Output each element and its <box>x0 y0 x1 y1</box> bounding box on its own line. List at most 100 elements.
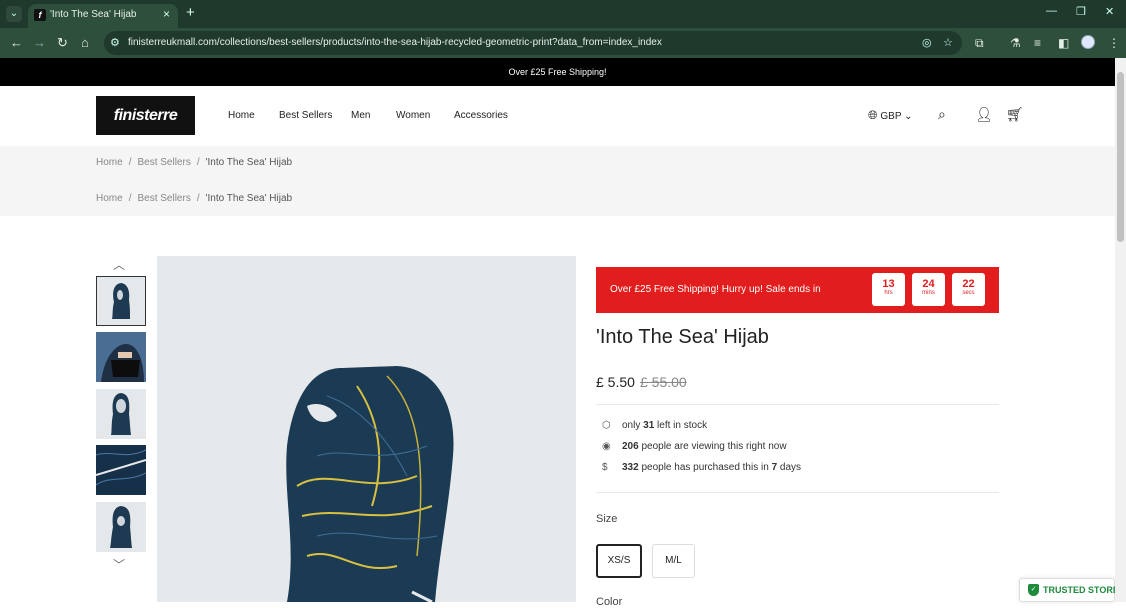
page-scrollbar[interactable] <box>1115 58 1126 602</box>
extensions-icon[interactable]: ⧉ <box>975 36 984 51</box>
announcement-bar: Over £25 Free Shipping! <box>0 58 1115 86</box>
nav-home[interactable]: Home <box>228 110 255 121</box>
sale-countdown-banner: Over £25 Free Shipping! Hurry up! Sale e… <box>596 267 999 313</box>
timer-seconds: 22 secs <box>952 273 985 306</box>
breadcrumb-secondary: Home / Best Sellers / 'Into The Sea' Hijab <box>96 193 292 204</box>
nav-accessories[interactable]: Accessories <box>454 110 508 121</box>
purchased-text: people has purchased this in <box>641 462 769 473</box>
color-label: Color <box>596 596 623 608</box>
viewing-count: 206 <box>622 441 639 452</box>
product-thumbnail[interactable] <box>96 332 146 382</box>
stock-pre: only <box>622 420 641 431</box>
breadcrumb-separator: / <box>128 193 132 204</box>
purchased-count: 332 <box>622 462 639 473</box>
timer-seconds-unit: secs <box>962 290 975 296</box>
product-thumbnail[interactable] <box>96 445 146 495</box>
labs-icon[interactable]: ⚗ <box>1010 36 1021 50</box>
nav-best-sellers[interactable]: Best Sellers <box>279 110 332 121</box>
breadcrumb-separator: / <box>128 157 132 168</box>
url-text[interactable]: finisterreukmall.com/collections/best-se… <box>128 37 662 48</box>
menu-icon[interactable]: ⋮ <box>1108 36 1120 50</box>
cart-icon[interactable]: 🛒︎ <box>1006 106 1024 123</box>
site-logo[interactable]: finisterre <box>96 96 195 135</box>
sale-banner-text: Over £25 Free Shipping! Hurry up! Sale e… <box>610 284 821 295</box>
thumb-down-arrow-icon[interactable]: ﹀ <box>113 556 125 573</box>
dollar-icon: $ <box>602 462 608 473</box>
divider <box>596 492 999 493</box>
nav-women[interactable]: Women <box>396 110 430 121</box>
sale-price: £ 5.50 <box>596 374 635 390</box>
media-icon[interactable]: ≡ <box>1034 36 1041 50</box>
home-icon[interactable]: ⌂ <box>81 35 89 50</box>
reload-icon[interactable]: ↻ <box>57 35 68 51</box>
account-icon[interactable]: 👤︎ <box>975 106 993 123</box>
product-thumbnail[interactable] <box>96 389 146 439</box>
sidebar-icon[interactable]: ◧ <box>1058 36 1069 50</box>
stock-count: 31 <box>643 420 655 431</box>
breadcrumb-separator: / <box>196 157 200 168</box>
globe-icon: 🌐︎ <box>868 108 878 122</box>
profile-avatar[interactable] <box>1081 35 1095 49</box>
timer-hours: 13 hrs <box>872 273 905 306</box>
close-tab-icon[interactable]: × <box>163 7 170 21</box>
tab-title: 'Into The Sea' Hijab <box>50 9 137 20</box>
product-thumbnail[interactable] <box>96 502 146 552</box>
currency-selector[interactable]: 🌐︎ GBP ⌄ <box>868 108 913 123</box>
main-product-image[interactable] <box>157 256 576 602</box>
size-option-xs-s[interactable]: XS/S <box>596 544 642 578</box>
breadcrumb: Home / Best Sellers / 'Into The Sea' Hijab <box>96 157 292 168</box>
back-icon[interactable]: ← <box>10 35 23 50</box>
bookmark-star-icon[interactable]: ☆ <box>943 36 953 49</box>
purchased-status: $332 people has purchased this in 7 days <box>602 462 801 473</box>
product-thumbnail[interactable] <box>96 276 146 326</box>
scrollbar-thumb[interactable] <box>1117 72 1124 242</box>
new-tab-icon[interactable]: + <box>186 4 195 21</box>
browser-tab[interactable]: f 'Into The Sea' Hijab × <box>28 4 178 28</box>
eye-icon: ◉ <box>602 441 611 452</box>
shield-check-icon: ✓ <box>1028 584 1039 596</box>
stock-status: ⬡ only 31 left in stock <box>602 420 707 431</box>
hijab-thumbnail-image <box>112 283 130 319</box>
eye-off-icon[interactable]: ◎ <box>922 36 932 49</box>
size-option-m-l[interactable]: M/L <box>652 544 695 578</box>
currency-label: GBP <box>880 111 902 122</box>
timer-hours-value: 13 <box>882 278 895 290</box>
tab-search-icon[interactable]: ⌄ <box>6 6 22 22</box>
close-window-icon[interactable]: ✕ <box>1105 5 1114 18</box>
timer-minutes-unit: mins <box>922 290 935 296</box>
breadcrumb-current: 'Into The Sea' Hijab <box>205 157 293 168</box>
minimize-icon[interactable]: — <box>1046 5 1057 17</box>
viewing-status: ◉ 206 people are viewing this right now <box>602 441 787 452</box>
forward-icon[interactable]: → <box>33 35 46 50</box>
favicon-icon: f <box>34 9 46 21</box>
chevron-down-icon: ⌄ <box>904 111 913 122</box>
breadcrumb-best-sellers[interactable]: Best Sellers <box>137 157 190 168</box>
breadcrumb-best-sellers[interactable]: Best Sellers <box>137 193 190 204</box>
breadcrumb-home[interactable]: Home <box>96 157 123 168</box>
hijab-back-thumbnail-image <box>110 506 132 548</box>
trusted-store-badge[interactable]: ✓ TRUSTED STORE <box>1019 578 1119 602</box>
viewing-text: people are viewing this right now <box>641 441 787 452</box>
box-icon: ⬡ <box>602 420 611 431</box>
purchased-days-label: days <box>779 462 802 473</box>
site-info-icon[interactable]: ⚙ <box>110 36 120 49</box>
thumb-up-arrow-icon[interactable]: ︿ <box>113 256 125 273</box>
timer-minutes-value: 24 <box>922 278 935 290</box>
trusted-store-label: TRUSTED STORE <box>1043 585 1119 595</box>
size-label: Size <box>596 513 618 525</box>
divider <box>596 404 999 405</box>
breadcrumb-home[interactable]: Home <box>96 193 123 204</box>
nav-men[interactable]: Men <box>351 110 370 121</box>
restore-icon[interactable]: ❐ <box>1076 5 1086 18</box>
purchased-days: 7 <box>771 462 778 473</box>
hijab-front-thumbnail-image <box>111 393 131 435</box>
timer-minutes: 24 mins <box>912 273 945 306</box>
address-toolbar: ← → ↻ ⌂ ⚙ finisterreukmall.com/collectio… <box>0 28 1126 58</box>
stock-post: left in stock <box>657 420 708 431</box>
timer-seconds-value: 22 <box>962 278 975 290</box>
search-icon[interactable]: ⌕ <box>938 106 946 123</box>
hijab-main-image <box>286 366 454 602</box>
url-bar[interactable]: ⚙ finisterreukmall.com/collections/best-… <box>104 31 962 55</box>
breadcrumb-separator: / <box>196 193 200 204</box>
breadcrumb-area: Home / Best Sellers / 'Into The Sea' Hijab H… <box>0 146 1115 216</box>
